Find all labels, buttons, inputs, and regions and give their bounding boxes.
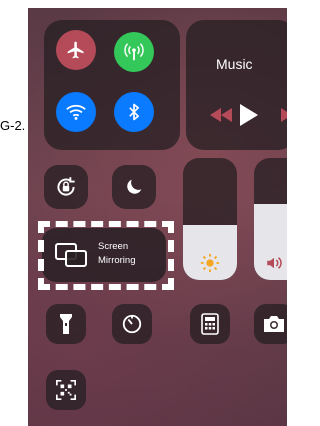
music-title: Music [216, 56, 253, 72]
timer-button[interactable] [112, 304, 152, 344]
flashlight-icon [60, 314, 72, 334]
bluetooth-button[interactable] [114, 92, 154, 132]
cellular-icon [124, 43, 144, 61]
rotation-lock-button[interactable] [44, 165, 88, 209]
timer-icon [122, 314, 142, 334]
qr-code-icon [56, 380, 76, 400]
cellular-data-button[interactable] [114, 32, 154, 72]
flashlight-button[interactable] [46, 304, 86, 344]
fast-forward-icon[interactable] [281, 108, 287, 122]
airplane-icon [67, 41, 84, 59]
calculator-icon [201, 313, 219, 335]
music-panel[interactable]: Music [186, 20, 287, 150]
do-not-disturb-button[interactable] [112, 165, 156, 209]
camera-button[interactable] [254, 304, 287, 344]
brightness-slider[interactable] [183, 158, 237, 280]
moon-icon [127, 179, 142, 194]
control-center: Music Screen Mirroring [28, 8, 287, 426]
speaker-icon [267, 257, 282, 269]
camera-icon [264, 316, 284, 332]
volume-slider[interactable] [254, 158, 287, 280]
side-text: G-2. [0, 118, 26, 133]
calculator-button[interactable] [190, 304, 230, 344]
wifi-button[interactable] [56, 92, 96, 132]
rewind-icon[interactable] [210, 108, 232, 122]
connectivity-panel [44, 20, 180, 150]
qr-scanner-button[interactable] [46, 370, 86, 410]
sun-icon [200, 253, 220, 273]
highlight-outline [38, 221, 174, 290]
airplane-mode-button[interactable] [56, 30, 96, 70]
bluetooth-icon [129, 103, 139, 121]
play-icon[interactable] [238, 104, 258, 126]
rotation-lock-icon [57, 177, 75, 196]
wifi-icon [66, 104, 86, 120]
